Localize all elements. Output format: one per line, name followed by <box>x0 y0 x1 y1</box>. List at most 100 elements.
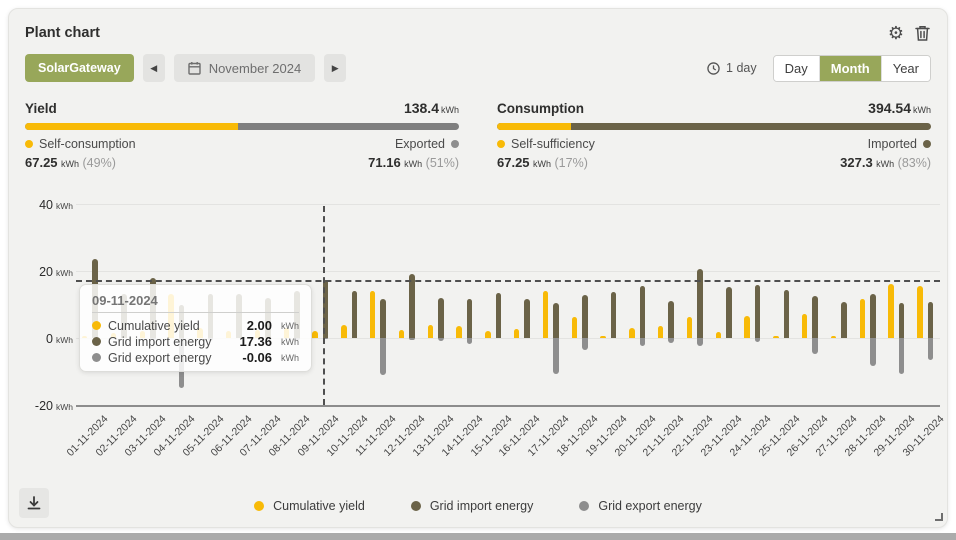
bar-grid-import-energy[interactable] <box>784 290 790 338</box>
chevron-right-icon: ▶ <box>332 63 339 74</box>
legend-label: Cumulative yield <box>273 499 365 513</box>
y-axis-label-20: 20kWh <box>27 263 99 281</box>
bar-cumulative-yield[interactable] <box>860 299 866 338</box>
bar-grid-import-energy[interactable] <box>496 293 502 338</box>
period-label: November 2024 <box>209 61 302 76</box>
view-tab-month[interactable]: Month <box>819 56 881 81</box>
bar-cumulative-yield[interactable] <box>600 336 606 338</box>
bar-grid-import-energy[interactable] <box>755 285 761 338</box>
bar-cumulative-yield[interactable] <box>658 326 664 338</box>
yield-panel: Yield 138.4kWh Self-consumption Exported… <box>25 100 459 170</box>
period-picker-button[interactable]: November 2024 <box>174 54 316 82</box>
yield-title: Yield <box>25 101 57 116</box>
bar-grid-import-energy[interactable] <box>380 299 386 338</box>
crosshair-horizontal-line <box>76 280 940 282</box>
tooltip-row-grid-import: Grid import energy 17.36kWh <box>92 334 299 349</box>
bar-grid-export-energy[interactable] <box>582 338 588 350</box>
view-tab-day[interactable]: Day <box>774 56 819 81</box>
exported-label: Exported <box>395 137 445 151</box>
imported-label: Imported <box>868 137 917 151</box>
imported-value: 327.3 kWh (83%) <box>840 155 931 170</box>
bar-grid-import-energy[interactable] <box>841 302 847 338</box>
bar-cumulative-yield[interactable] <box>572 317 578 338</box>
bar-grid-import-energy[interactable] <box>582 295 588 338</box>
bar-grid-import-energy[interactable] <box>726 287 732 338</box>
legend-item-cumulative-yield[interactable]: Cumulative yield <box>254 499 365 513</box>
bar-grid-import-energy[interactable] <box>928 302 934 338</box>
consumption-progress-bar <box>497 123 931 130</box>
prev-period-button[interactable]: ◀ <box>143 54 165 82</box>
bar-grid-export-energy[interactable] <box>380 338 386 375</box>
bar-grid-export-energy[interactable] <box>928 338 934 360</box>
bar-cumulative-yield[interactable] <box>514 329 520 338</box>
settings-button[interactable]: ⚙ <box>888 24 904 42</box>
bar-grid-export-energy[interactable] <box>697 338 703 346</box>
bar-cumulative-yield[interactable] <box>370 291 376 338</box>
delete-button[interactable] <box>914 24 931 42</box>
tooltip-row-cumulative-yield: Cumulative yield 2.00kWh <box>92 318 299 333</box>
grid-import-energy-legend-dot-icon <box>411 501 421 511</box>
bar-grid-export-energy[interactable] <box>438 338 444 341</box>
bar-grid-import-energy[interactable] <box>870 294 876 338</box>
yield-progress-bar <box>25 123 459 130</box>
bar-cumulative-yield[interactable] <box>341 325 347 338</box>
bar-grid-export-energy[interactable] <box>755 338 761 342</box>
bar-grid-import-energy[interactable] <box>640 286 646 338</box>
bar-cumulative-yield[interactable] <box>773 336 779 338</box>
next-period-button[interactable]: ▶ <box>324 54 346 82</box>
bar-cumulative-yield[interactable] <box>629 328 635 338</box>
legend-item-grid-import-energy[interactable]: Grid import energy <box>411 499 534 513</box>
y-axis-label--20: -20kWh <box>27 397 99 415</box>
bar-grid-export-energy[interactable] <box>668 338 674 343</box>
bar-cumulative-yield[interactable] <box>687 317 693 338</box>
toolbar: SolarGateway ◀ November 2024 ▶ 1 day Day… <box>9 42 947 82</box>
bar-cumulative-yield[interactable] <box>802 314 808 338</box>
bar-grid-import-energy[interactable] <box>899 303 905 338</box>
bar-cumulative-yield[interactable] <box>831 336 837 338</box>
legend-item-grid-export-energy[interactable]: Grid export energy <box>579 499 702 513</box>
bar-cumulative-yield[interactable] <box>543 291 549 338</box>
y-axis-label-40: 40kWh <box>27 196 99 214</box>
bar-cumulative-yield[interactable] <box>399 330 405 338</box>
resize-handle[interactable] <box>935 513 943 521</box>
bar-cumulative-yield[interactable] <box>456 326 462 338</box>
gear-icon: ⚙ <box>888 24 904 42</box>
bar-cumulative-yield[interactable] <box>716 332 722 338</box>
bar-grid-import-energy[interactable] <box>812 296 818 338</box>
bar-grid-export-energy[interactable] <box>467 338 473 344</box>
chart-plot-area: 40kWh20kWh0kWh-20kWh01-11-202402-11-2024… <box>9 192 949 492</box>
bar-grid-import-energy[interactable] <box>467 299 473 338</box>
gateway-button[interactable]: SolarGateway <box>25 54 134 82</box>
bar-grid-export-energy[interactable] <box>812 338 818 354</box>
bar-cumulative-yield[interactable] <box>485 331 491 338</box>
bar-grid-import-energy[interactable] <box>352 291 358 338</box>
self-sufficiency-value: 67.25 kWh (17%) <box>497 155 588 170</box>
bar-grid-export-energy[interactable] <box>553 338 559 374</box>
tooltip-row-grid-export: Grid export energy -0.06kWh <box>92 350 299 365</box>
bar-cumulative-yield[interactable] <box>888 284 894 338</box>
bar-cumulative-yield[interactable] <box>744 316 750 338</box>
bar-grid-import-energy[interactable] <box>438 298 444 338</box>
bar-cumulative-yield[interactable] <box>428 325 434 338</box>
bar-grid-export-energy[interactable] <box>899 338 905 374</box>
bar-cumulative-yield[interactable] <box>917 286 923 338</box>
interval-indicator: 1 day <box>707 61 757 75</box>
consumption-panel: Consumption 394.54kWh Self-sufficiency I… <box>497 100 931 170</box>
bar-grid-import-energy[interactable] <box>409 274 415 338</box>
bar-cumulative-yield[interactable] <box>312 331 318 338</box>
bar-grid-export-energy[interactable] <box>409 338 415 340</box>
bar-grid-import-energy[interactable] <box>553 303 559 338</box>
bar-grid-export-energy[interactable] <box>870 338 876 366</box>
bar-grid-import-energy[interactable] <box>524 299 530 338</box>
grid-import-dot-icon <box>92 337 101 346</box>
chevron-left-icon: ◀ <box>150 63 157 74</box>
yield-total: 138.4kWh <box>404 100 459 116</box>
gridline-40 <box>76 204 940 205</box>
bar-grid-import-energy[interactable] <box>668 301 674 338</box>
trash-icon <box>914 24 931 42</box>
self-sufficiency-dot-icon <box>497 140 505 148</box>
view-tab-year[interactable]: Year <box>881 56 930 81</box>
bar-grid-export-energy[interactable] <box>640 338 646 346</box>
summary-section: Yield 138.4kWh Self-consumption Exported… <box>9 82 947 170</box>
bar-grid-import-energy[interactable] <box>611 292 617 338</box>
